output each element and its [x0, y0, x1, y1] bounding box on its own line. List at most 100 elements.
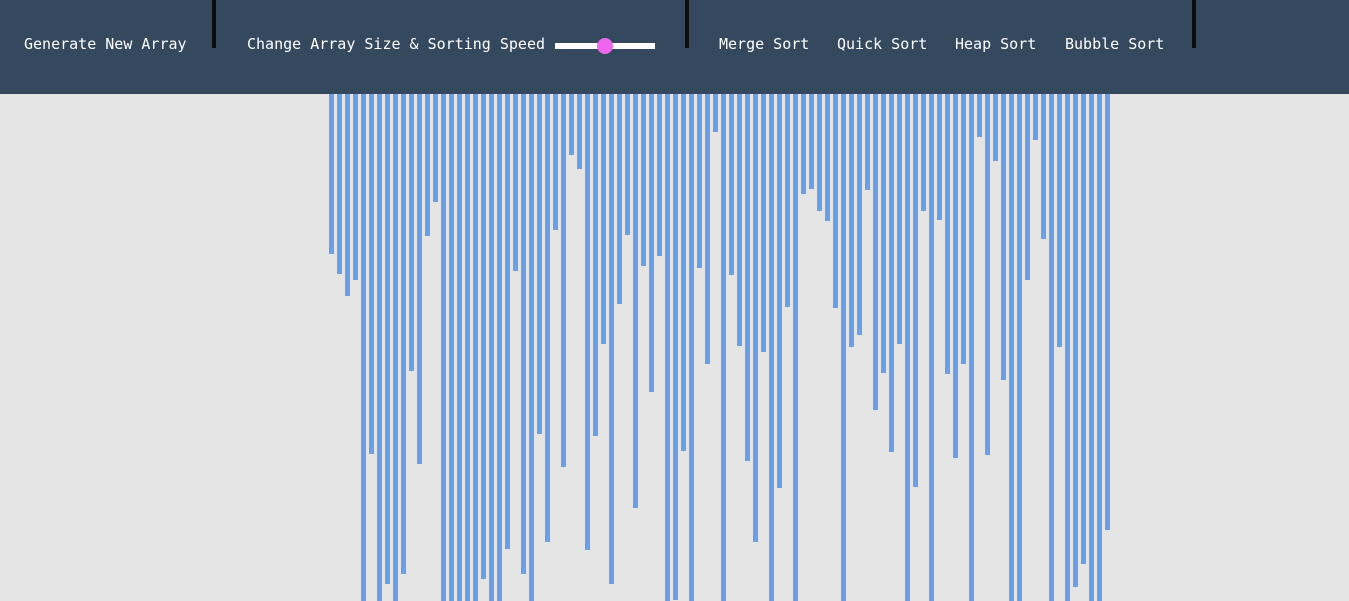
array-bar [1057, 94, 1062, 347]
array-bar [489, 94, 494, 601]
generate-new-array-button[interactable]: Generate New Array [24, 35, 187, 53]
array-bar [1065, 94, 1070, 601]
size-speed-slider[interactable] [555, 36, 655, 56]
slider-thumb[interactable] [597, 38, 613, 54]
array-bar [617, 94, 622, 304]
array-bar [1009, 94, 1014, 601]
bubble-sort-button[interactable]: Bubble Sort [1065, 35, 1164, 53]
array-bar [849, 94, 854, 347]
array-bar [753, 94, 758, 542]
nav-divider [1192, 0, 1196, 48]
array-bar [985, 94, 990, 455]
nav-divider [685, 0, 689, 48]
array-bar [441, 94, 446, 601]
array-bar [505, 94, 510, 549]
size-speed-label: Change Array Size & Sorting Speed [247, 35, 546, 53]
array-bar [513, 94, 518, 271]
array-bar [1073, 94, 1078, 587]
array-bar [1001, 94, 1006, 380]
array-bar [569, 94, 574, 155]
array-bar [897, 94, 902, 344]
array-bar [377, 94, 382, 601]
array-bar [945, 94, 950, 374]
array-bar [609, 94, 614, 584]
array-bar [697, 94, 702, 268]
array-bar [721, 94, 726, 601]
array-bar [433, 94, 438, 202]
array-bar [809, 94, 814, 189]
array-bar [529, 94, 534, 601]
array-bar [1081, 94, 1086, 564]
array-bar [385, 94, 390, 584]
array-bar [881, 94, 886, 373]
heap-sort-button[interactable]: Heap Sort [955, 35, 1036, 53]
array-bar [889, 94, 894, 452]
array-bar [801, 94, 806, 194]
array-bar [841, 94, 846, 601]
array-bar [1041, 94, 1046, 239]
array-bar [681, 94, 686, 451]
array-bar [761, 94, 766, 352]
array-bar [665, 94, 670, 601]
array-bar [929, 94, 934, 601]
array-bar [393, 94, 398, 601]
array-bar [649, 94, 654, 392]
array-bar [1089, 94, 1094, 601]
merge-sort-button[interactable]: Merge Sort [719, 35, 809, 53]
array-bar [497, 94, 502, 601]
array-bar [457, 94, 462, 601]
array-bar [865, 94, 870, 190]
array-bar [585, 94, 590, 550]
array-bar [961, 94, 966, 364]
array-bar [729, 94, 734, 275]
array-bar [1033, 94, 1038, 140]
array-bar [425, 94, 430, 236]
array-bar [521, 94, 526, 574]
array-bar [657, 94, 662, 256]
array-bar [1097, 94, 1102, 601]
nav-divider [212, 0, 216, 48]
array-bar [1017, 94, 1022, 601]
array-bar [361, 94, 366, 601]
array-bar [873, 94, 878, 410]
array-bar [449, 94, 454, 601]
array-bar [577, 94, 582, 169]
array-bar [737, 94, 742, 346]
array-bar [473, 94, 478, 601]
array-bars-container [0, 94, 1349, 601]
array-bar [745, 94, 750, 461]
array-bar [417, 94, 422, 464]
array-bar [953, 94, 958, 458]
array-bar [601, 94, 606, 344]
array-bar [857, 94, 862, 335]
array-bar [777, 94, 782, 488]
array-bar [785, 94, 790, 307]
array-bar [817, 94, 822, 211]
array-bar [833, 94, 838, 308]
array-bar [625, 94, 630, 235]
array-bar [545, 94, 550, 542]
array-bar [969, 94, 974, 601]
array-bar [353, 94, 358, 280]
array-bar [921, 94, 926, 211]
array-bar [769, 94, 774, 601]
array-bar [641, 94, 646, 266]
array-bar [593, 94, 598, 436]
array-bar [561, 94, 566, 467]
array-bar [537, 94, 542, 434]
array-bar [345, 94, 350, 296]
array-bar [673, 94, 678, 600]
array-bar [633, 94, 638, 508]
array-bar [329, 94, 334, 254]
array-bar [337, 94, 342, 274]
quick-sort-button[interactable]: Quick Sort [837, 35, 927, 53]
array-bar [905, 94, 910, 601]
array-bar [1105, 94, 1110, 530]
array-bar [409, 94, 414, 371]
array-bar [1025, 94, 1030, 280]
array-bar [937, 94, 942, 220]
array-bar [793, 94, 798, 601]
top-navbar: Generate New Array Change Array Size & S… [0, 0, 1349, 94]
array-bar [553, 94, 558, 230]
array-bar [401, 94, 406, 574]
